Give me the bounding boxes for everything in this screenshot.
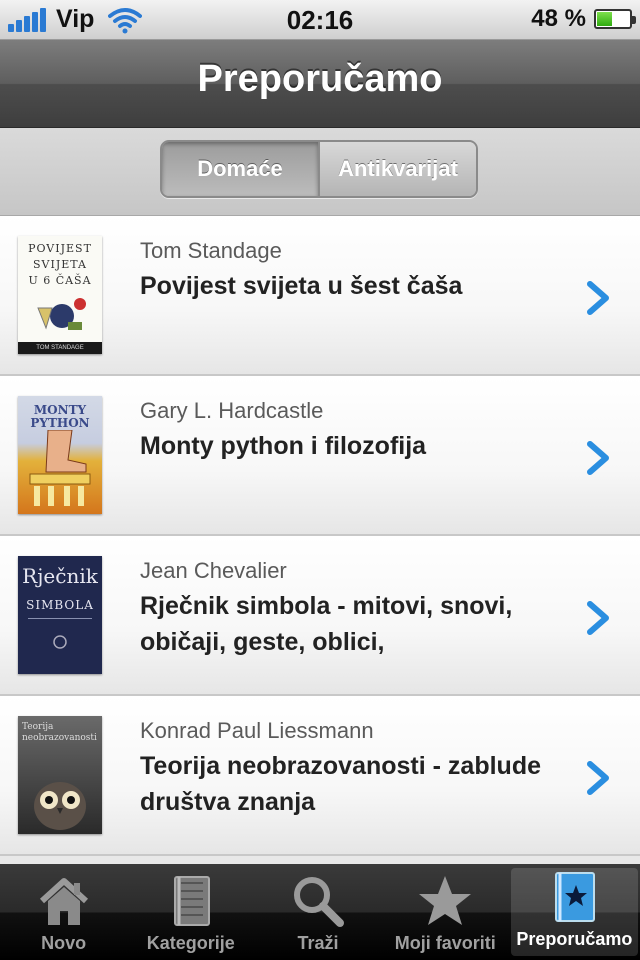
book-text: Jean Chevalier Rječnik simbola - mitovi,… [140,558,560,660]
tab-label: Traži [297,933,339,953]
chevron-right-icon [587,441,609,475]
cover-byline: TOM STANDAGE [18,342,102,354]
book-author: Konrad Paul Liessmann [140,718,374,743]
cover-title-line: U 6 ČAŠA [28,274,92,287]
cover-title-line: neobrazovanosti [22,733,97,743]
recommend-book-icon [555,872,596,922]
list-item[interactable]: Teorija neobrazovanosti Konrad Paul Lies… [0,696,640,856]
star-icon [419,876,472,925]
book-title: Teorija neobrazovanosti - zablude društv… [140,752,541,816]
status-bar: Vip 02:16 48 % [0,0,640,40]
cover-title-line: PYTHON [30,416,90,430]
book-text: Tom Standage Povijest svijeta u šest čaš… [140,238,560,304]
navigation-bar: Preporučamo [0,40,640,128]
tab-label: Kategorije [146,933,235,953]
cover-title-line: Rječnik [22,564,98,588]
tab-novo[interactable]: Novo [0,864,127,960]
book-author: Tom Standage [140,238,282,263]
battery-fill [597,12,613,26]
notebook-icon [173,876,210,926]
page-title: Preporučamo [197,58,443,100]
tab-moji-favoriti[interactable]: Moji favoriti [382,864,509,960]
cover-emblem [53,635,67,649]
cover-title: MONTY PYTHON [18,404,102,430]
chevron-right-icon [587,601,609,635]
cover-divider [28,618,92,619]
book-list: POVIJEST SVIJETA U 6 ČAŠA TOM STANDAGE T… [0,216,640,856]
book-title: Rječnik simbola - mitovi, snovi, običaji… [140,592,513,656]
book-cover: POVIJEST SVIJETA U 6 ČAŠA TOM STANDAGE [18,236,102,354]
list-item[interactable]: POVIJEST SVIJETA U 6 ČAŠA TOM STANDAGE T… [0,216,640,376]
tab-preporucamo[interactable]: Preporučamo [510,868,639,956]
chevron-right-icon [587,281,609,315]
cover-owl-illustration [34,782,86,830]
cover-illustration [37,298,86,330]
tab-label: Novo [41,933,87,953]
segmented-control: Domaće Antikvarijat [160,140,478,198]
book-text: Gary L. Hardcastle Monty python i filozo… [140,398,560,464]
home-icon [39,878,88,925]
list-item[interactable]: MONTY PYTHON Gary L. Hardcastle Monty py… [0,376,640,536]
cover-illustration [29,430,91,506]
chevron-right-icon [587,761,609,795]
tab-kategorije[interactable]: Kategorije [127,864,254,960]
segment-domace[interactable]: Domaće [162,142,318,196]
book-cover: Rječnik SIMBOLA [18,556,102,674]
book-title: Monty python i filozofija [140,432,427,460]
cover-title-line: SIMBOLA [26,598,94,612]
status-right: 48 % [531,5,636,33]
book-cover: MONTY PYTHON [18,396,102,514]
tab-label: Moji favoriti [394,933,496,953]
segment-toolbar: Domaće Antikvarijat [0,128,640,216]
list-item[interactable]: Rječnik SIMBOLA Jean Chevalier Rječnik s… [0,536,640,696]
segment-antikvarijat[interactable]: Antikvarijat [318,142,476,196]
book-text: Konrad Paul Liessmann Teorija neobrazova… [140,718,560,820]
book-author: Gary L. Hardcastle [140,398,324,423]
cover-title-line: SVIJETA [33,258,87,271]
book-cover: Teorija neobrazovanosti [18,716,102,834]
cover-title-line: Teorija [22,722,54,732]
search-icon [294,877,344,927]
tab-bar: Novo Kategorije Traži Moji favoriti Prep… [0,864,640,960]
book-title: Povijest svijeta u šest čaša [140,272,463,300]
book-author: Jean Chevalier [140,558,287,583]
tab-trazi[interactable]: Traži [254,864,381,960]
cover-title-line: POVIJEST [28,242,92,255]
battery-percent: 48 % [531,5,586,32]
cover-title: Teorija neobrazovanosti [22,722,98,744]
battery-icon [594,9,636,29]
tab-label: Preporučamo [516,929,633,949]
